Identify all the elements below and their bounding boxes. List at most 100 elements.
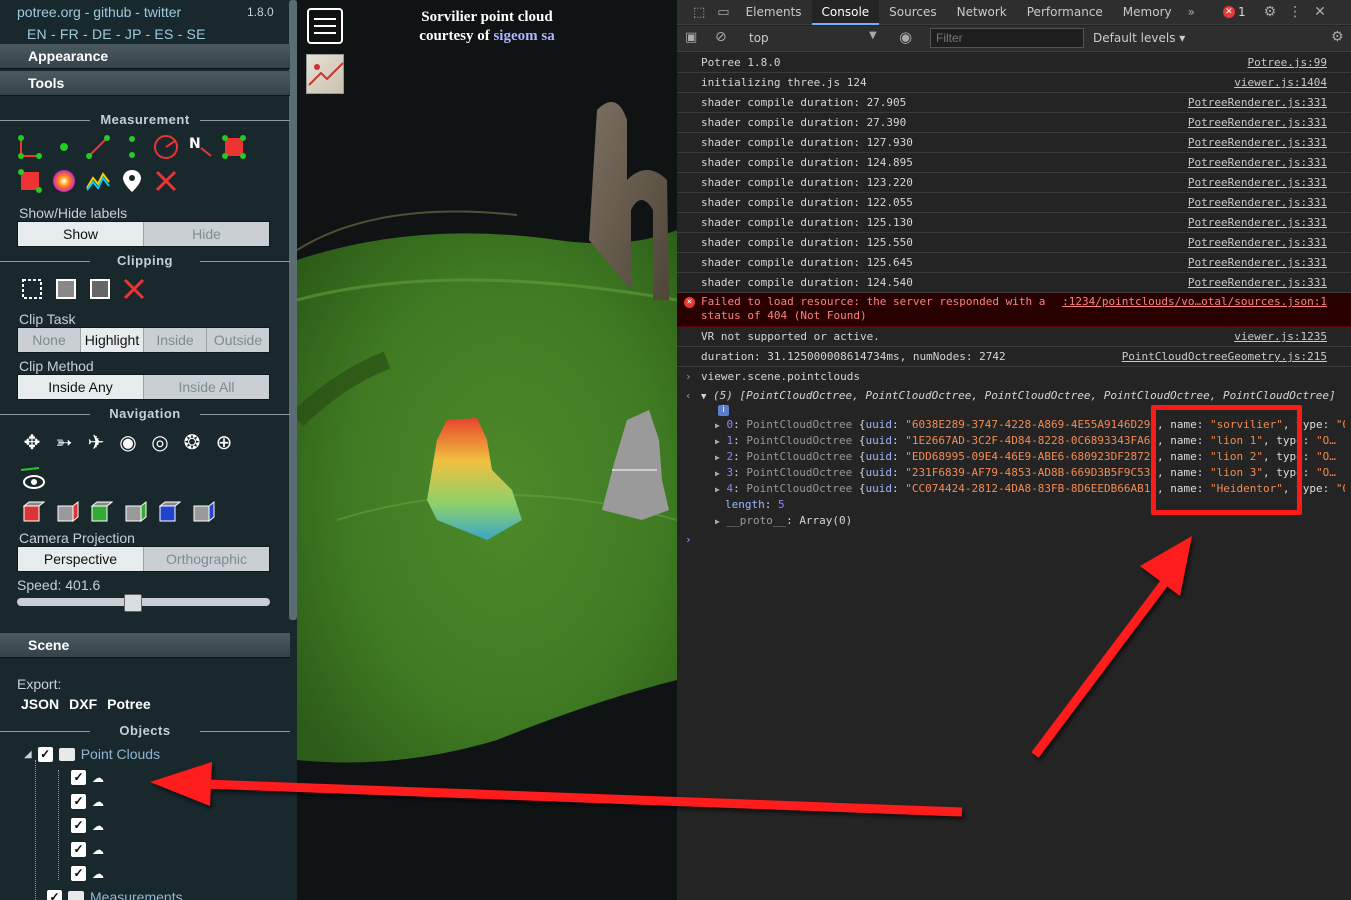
export-json-button[interactable]: JSON: [21, 696, 59, 712]
front-view-icon[interactable]: [87, 499, 113, 525]
expand-triangle-icon[interactable]: ▶: [715, 421, 720, 430]
clip-task-highlight[interactable]: Highlight: [81, 328, 144, 352]
log-source-link[interactable]: PotreeRenderer.js:331: [1188, 213, 1327, 232]
clip-polygon-icon[interactable]: [53, 276, 79, 302]
export-potree-button[interactable]: Potree: [107, 696, 151, 712]
tree-label-point-clouds[interactable]: Point Clouds: [81, 746, 160, 762]
live-expression-eye-icon[interactable]: ◉: [899, 28, 912, 46]
sigeom-link[interactable]: sigeom sa: [493, 28, 554, 44]
tab-performance[interactable]: Performance: [1017, 0, 1113, 25]
tab-network[interactable]: Network: [947, 0, 1017, 25]
circle-icon[interactable]: [153, 134, 179, 160]
tab-elements[interactable]: Elements: [736, 0, 812, 25]
height-icon[interactable]: [119, 134, 145, 160]
context-dropdown-icon[interactable]: ▼: [869, 30, 877, 41]
more-tabs-icon[interactable]: »: [1182, 5, 1201, 19]
menu-toggle-button[interactable]: [307, 8, 343, 44]
tools-section[interactable]: Tools: [0, 71, 290, 96]
perspective-button[interactable]: Perspective: [18, 547, 144, 571]
expand-triangle-icon[interactable]: ▶: [715, 485, 720, 494]
profile-icon[interactable]: [85, 168, 111, 194]
tree-node-pointcloud-1[interactable]: ✓ ☁: [71, 794, 104, 809]
proto-row[interactable]: ▶ __proto__: Array(0): [715, 513, 852, 529]
annotation-pin-icon[interactable]: [119, 168, 145, 194]
log-source-link[interactable]: viewer.js:1404: [1234, 73, 1327, 92]
compass-icon[interactable]: ⊕: [211, 429, 237, 455]
scene-section[interactable]: Scene: [0, 633, 290, 658]
log-source-link[interactable]: PotreeRenderer.js:331: [1188, 273, 1327, 292]
expand-triangle-icon[interactable]: ▶: [715, 517, 720, 526]
checkbox-point-clouds[interactable]: ✓: [37, 746, 53, 762]
error-counter[interactable]: ✕ 1: [1222, 5, 1246, 19]
clip-task-outside[interactable]: Outside: [207, 328, 269, 352]
show-labels-button[interactable]: Show: [18, 222, 144, 246]
log-source-link[interactable]: PotreeRenderer.js:331: [1188, 233, 1327, 252]
bottom-view-icon[interactable]: [189, 499, 215, 525]
tree-node-pointcloud-2[interactable]: ✓ ☁: [71, 818, 104, 833]
device-toolbar-icon[interactable]: ▭: [711, 5, 735, 20]
sphere-volume-icon[interactable]: [51, 168, 77, 194]
tab-sources[interactable]: Sources: [879, 0, 946, 25]
back-view-icon[interactable]: [121, 499, 147, 525]
tree-node-pointcloud-3[interactable]: ✓ ☁: [71, 842, 104, 857]
angle-icon[interactable]: [17, 134, 43, 160]
clear-console-icon[interactable]: ⊘: [715, 29, 727, 45]
azimuth-icon[interactable]: N: [187, 134, 213, 160]
area-icon[interactable]: [221, 134, 247, 160]
console-settings-icon[interactable]: ⚙: [1331, 29, 1344, 45]
header-links[interactable]: potree.org - github - twitter: [17, 4, 181, 20]
log-levels-dropdown[interactable]: Default levels ▾: [1093, 31, 1185, 45]
clip-method-inside-all[interactable]: Inside All: [144, 375, 269, 399]
clip-task-none[interactable]: None: [18, 328, 81, 352]
log-source-link[interactable]: PotreeRenderer.js:331: [1188, 193, 1327, 212]
expand-triangle-icon[interactable]: ▶: [715, 453, 720, 462]
export-dxf-button[interactable]: DXF: [69, 696, 97, 712]
expand-triangle-icon[interactable]: ▶: [715, 437, 720, 446]
appearance-section[interactable]: Appearance: [0, 44, 290, 69]
navcube-icon[interactable]: ❂: [179, 429, 205, 455]
log-source-link[interactable]: Potree.js:99: [1248, 53, 1327, 72]
earth-controls-icon[interactable]: ✥: [19, 429, 45, 455]
inspect-element-icon[interactable]: ⬚: [687, 5, 711, 20]
tab-memory[interactable]: Memory: [1113, 0, 1182, 25]
checkbox-measurements[interactable]: ✓: [47, 889, 62, 900]
right-view-icon[interactable]: [53, 499, 79, 525]
top-view-icon[interactable]: [155, 499, 181, 525]
info-icon[interactable]: i: [718, 405, 729, 416]
left-view-icon[interactable]: [19, 499, 45, 525]
speed-slider-thumb[interactable]: [124, 594, 143, 612]
log-source-link[interactable]: PotreeRenderer.js:331: [1188, 113, 1327, 132]
sidebar-scrollbar[interactable]: [289, 0, 297, 620]
settings-gear-icon[interactable]: ⚙: [1264, 4, 1277, 20]
console-prompt[interactable]: ›: [685, 533, 692, 546]
distance-icon[interactable]: [85, 134, 111, 160]
close-devtools-icon[interactable]: ✕: [1314, 4, 1326, 20]
fly-controls-icon[interactable]: ➳: [51, 429, 77, 455]
expand-triangle-icon[interactable]: ▼: [701, 392, 706, 402]
collapse-triangle-icon[interactable]: ◢: [24, 749, 32, 760]
sidebar-toggle-icon[interactable]: ▣: [685, 30, 697, 45]
tree-node-measurements[interactable]: ✓ Measurements: [47, 889, 183, 900]
point-icon[interactable]: [51, 134, 77, 160]
duration-source-link[interactable]: PointCloudOctreeGeometry.js:215: [1122, 347, 1327, 366]
checkbox-pointcloud[interactable]: ✓: [71, 842, 86, 857]
orbit-controls-icon[interactable]: ◉: [115, 429, 141, 455]
clip-method-inside-any[interactable]: Inside Any: [18, 375, 144, 399]
log-source-link[interactable]: PotreeRenderer.js:331: [1188, 173, 1327, 192]
log-source-link[interactable]: PotreeRenderer.js:331: [1188, 133, 1327, 152]
checkbox-pointcloud[interactable]: ✓: [71, 866, 86, 881]
helicopter-controls-icon[interactable]: ✈: [83, 429, 109, 455]
potree-3d-viewer[interactable]: Sorvilier point cloud courtesy of sigeom…: [297, 0, 677, 900]
checkbox-pointcloud[interactable]: ✓: [71, 770, 86, 785]
checkbox-pointcloud[interactable]: ✓: [71, 818, 86, 833]
error-source-link[interactable]: :1234/pointclouds/vo…otal/sources.json:1: [1062, 295, 1327, 309]
tree-node-pointcloud-4[interactable]: ✓ ☁: [71, 866, 104, 881]
tree-label-measurements[interactable]: Measurements: [90, 889, 183, 900]
focus-icon[interactable]: ◎: [147, 429, 173, 455]
expand-triangle-icon[interactable]: ▶: [715, 469, 720, 478]
tree-node-pointcloud-0[interactable]: ✓ ☁: [71, 770, 104, 785]
tree-node-point-clouds[interactable]: ◢ ✓ Point Clouds: [24, 746, 160, 762]
clip-screen-box-icon[interactable]: [87, 276, 113, 302]
volume-icon[interactable]: [17, 168, 43, 194]
remove-all-icon[interactable]: [153, 168, 179, 194]
